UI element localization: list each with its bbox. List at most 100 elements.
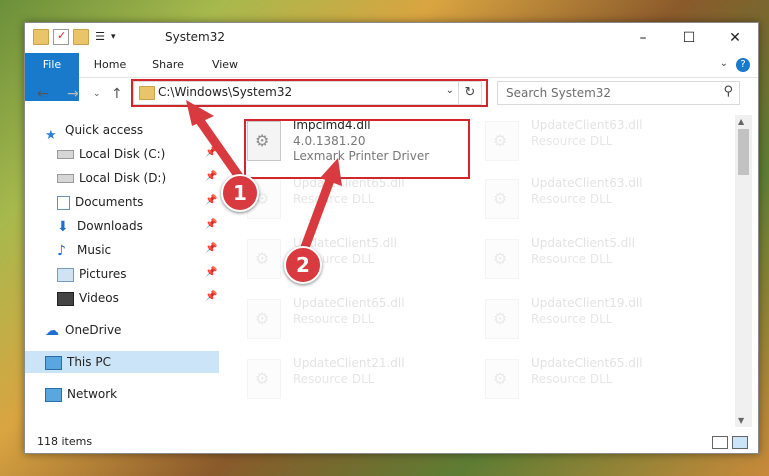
minimize-button[interactable]: –: [620, 23, 666, 53]
dll-file-icon: [485, 121, 519, 161]
tab-view[interactable]: View: [201, 53, 249, 77]
address-highlight-box: [131, 79, 488, 107]
dll-file-icon: [247, 359, 281, 399]
scroll-down-icon[interactable]: ▼: [738, 416, 744, 425]
nav-item-music[interactable]: ♪ Music: [57, 239, 111, 261]
file-name: UpdateClient65.dll: [293, 296, 405, 310]
status-bar: 118 items: [25, 431, 758, 453]
download-icon: ⬇: [57, 218, 69, 235]
scroll-up-icon[interactable]: ▲: [738, 117, 744, 126]
close-button[interactable]: ✕: [712, 23, 758, 53]
drive-icon: [57, 174, 74, 183]
pictures-icon: [57, 267, 74, 282]
nav-item-network[interactable]: Network: [45, 383, 117, 405]
nav-item-documents[interactable]: Documents: [57, 191, 143, 213]
pin-icon[interactable]: 📌: [205, 243, 217, 254]
up-arrow-icon[interactable]: ↑: [111, 86, 123, 102]
file-name: UpdateClient19.dll: [531, 296, 643, 310]
tab-share[interactable]: Share: [143, 53, 193, 77]
vertical-scrollbar[interactable]: ▲ ▼: [735, 115, 752, 427]
file-item[interactable]: UpdateClient63.dll Resource DLL: [479, 173, 699, 221]
file-item[interactable]: UpdateClient5.dll Resource DLL: [479, 233, 699, 281]
computer-icon: [45, 355, 62, 370]
file-item[interactable]: UpdateClient19.dll Resource DLL: [479, 293, 699, 341]
file-name: UpdateClient63.dll: [531, 118, 643, 132]
callout-badge-1: 1: [221, 174, 259, 212]
file-type: Resource DLL: [293, 372, 375, 386]
forward-arrow-icon[interactable]: →: [67, 86, 79, 102]
nav-item-videos[interactable]: Videos: [57, 287, 119, 309]
file-name: UpdateClient5.dll: [531, 236, 635, 250]
nav-item-quick-access[interactable]: ★ Quick access: [45, 119, 143, 143]
file-item[interactable]: UpdateClient65.dll Resource DLL: [241, 293, 461, 341]
pin-icon[interactable]: 📌: [205, 291, 217, 302]
pin-icon[interactable]: 📌: [205, 219, 217, 230]
file-name: UpdateClient65.dll: [531, 356, 643, 370]
window-title: System32: [165, 30, 226, 44]
details-view-icon[interactable]: [712, 436, 728, 449]
star-icon: ★: [45, 127, 57, 143]
pin-icon[interactable]: 📌: [205, 147, 217, 158]
callout-badge-2: 2: [284, 246, 322, 284]
help-icon[interactable]: ?: [736, 58, 750, 72]
scroll-thumb[interactable]: [738, 129, 749, 175]
customize-toolbar-icon[interactable]: ☰: [93, 30, 107, 44]
title-bar: ✓ ☰ ▾ System32 – ☐ ✕: [25, 23, 758, 53]
maximize-button[interactable]: ☐: [666, 23, 712, 53]
new-folder-icon[interactable]: [73, 29, 89, 45]
search-icon[interactable]: ⚲: [723, 84, 733, 99]
file-item[interactable]: UpdateClient63.dll Resource DLL: [479, 115, 699, 163]
qat-dropdown-icon[interactable]: ▾: [111, 32, 116, 42]
nav-item-downloads[interactable]: ⬇ Downloads: [57, 215, 143, 237]
documents-icon: [57, 195, 70, 210]
address-row: ← → ⌄ ↑ C:\Windows\System32 ⌄ ↻ Search S…: [25, 78, 758, 110]
drive-icon: [57, 150, 74, 159]
file-type: Resource DLL: [531, 192, 613, 206]
large-icons-view-icon[interactable]: [732, 436, 748, 449]
videos-icon: [57, 291, 74, 306]
file-type: Resource DLL: [531, 372, 613, 386]
file-type: Resource DLL: [531, 134, 613, 148]
navigation-pane: ★ Quick access Local Disk (C:) 📌 Local Di…: [25, 115, 219, 425]
pin-icon[interactable]: 📌: [205, 171, 217, 182]
properties-icon[interactable]: ✓: [53, 29, 69, 45]
file-item[interactable]: UpdateClient5.dll Resource DLL: [241, 233, 461, 281]
view-switcher: [712, 436, 748, 449]
nav-item-onedrive[interactable]: ☁ OneDrive: [45, 319, 121, 341]
file-type: Resource DLL: [293, 312, 375, 326]
file-name: UpdateClient65.dll: [293, 176, 405, 190]
nav-item-local-disk-c[interactable]: Local Disk (C:): [57, 143, 165, 165]
dll-file-icon: [485, 299, 519, 339]
cloud-icon: ☁: [45, 322, 59, 339]
file-item[interactable]: UpdateClient65.dll Resource DLL: [479, 353, 699, 401]
file-type: Resource DLL: [531, 312, 613, 326]
network-icon: [45, 387, 62, 402]
tab-home[interactable]: Home: [85, 53, 135, 77]
search-input[interactable]: Search System32 ⚲: [497, 81, 740, 105]
quick-access-toolbar: ✓ ☰ ▾: [33, 29, 116, 45]
back-arrow-icon[interactable]: ←: [37, 86, 49, 102]
dll-file-icon: [247, 299, 281, 339]
ribbon: File Home Share View ⌄ ?: [25, 53, 758, 101]
file-item[interactable]: UpdateClient21.dll Resource DLL: [241, 353, 461, 401]
file-name: UpdateClient63.dll: [531, 176, 643, 190]
nav-item-pictures[interactable]: Pictures: [57, 263, 127, 285]
file-name: UpdateClient21.dll: [293, 356, 405, 370]
file-item[interactable]: UpdateClient65.dll Resource DLL: [241, 173, 461, 221]
file-type: Resource DLL: [293, 192, 375, 206]
search-placeholder: Search System32: [506, 86, 612, 100]
dll-file-icon: [247, 239, 281, 279]
pin-icon[interactable]: 📌: [205, 195, 217, 206]
expand-ribbon-icon[interactable]: ⌄: [720, 58, 728, 69]
file-highlight-box: [244, 119, 470, 179]
dll-file-icon: [485, 179, 519, 219]
dll-file-icon: [485, 359, 519, 399]
music-icon: ♪: [57, 242, 66, 259]
folder-icon: [33, 29, 49, 45]
nav-item-this-pc[interactable]: This PC: [25, 351, 219, 373]
item-count: 118 items: [37, 435, 93, 448]
nav-item-local-disk-d[interactable]: Local Disk (D:): [57, 167, 166, 189]
dll-file-icon: [485, 239, 519, 279]
pin-icon[interactable]: 📌: [205, 267, 217, 278]
recent-locations-icon[interactable]: ⌄: [93, 89, 101, 99]
